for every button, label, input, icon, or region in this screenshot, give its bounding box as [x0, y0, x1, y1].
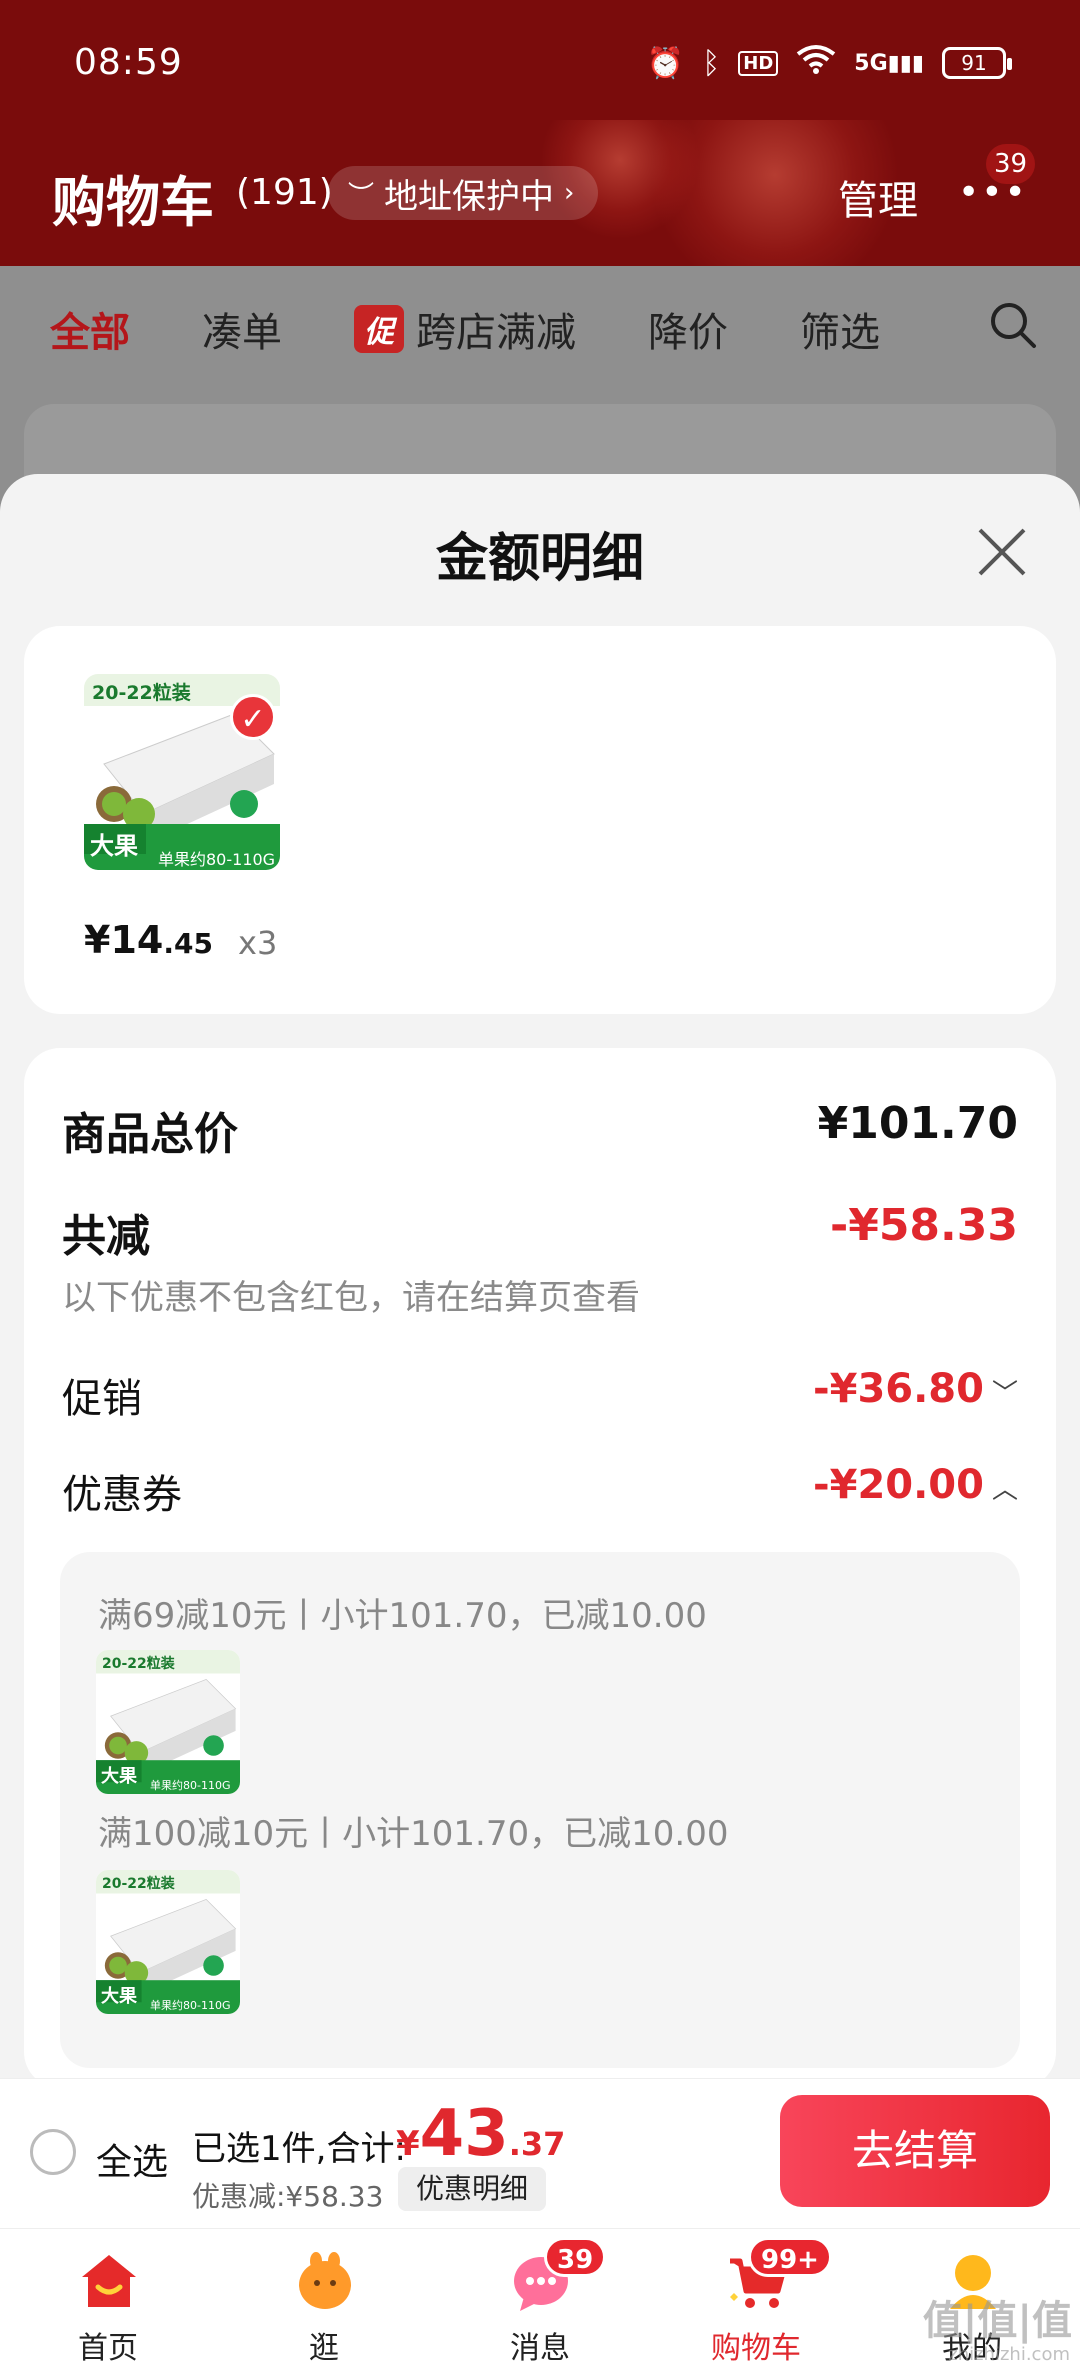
watermark: 值|值|值	[922, 2298, 1072, 2344]
tab-browse[interactable]: 逛	[216, 2229, 432, 2376]
tab-cart-label: 购物车	[711, 2331, 801, 2366]
tab-home[interactable]: 首页	[0, 2229, 216, 2376]
watermark-url: zhizhizhi.com	[948, 2344, 1070, 2365]
tab-messages[interactable]: 39 消息	[432, 2229, 648, 2376]
total-label: 商品总价	[62, 1109, 238, 1160]
page-title: 购物车	[52, 171, 214, 234]
filter-cross-store-label: 跨店满减	[416, 310, 576, 356]
coupon-value: -¥20.00	[813, 1462, 984, 1508]
promo-tag-icon: 促	[354, 305, 404, 353]
chevron-right-icon: ›	[564, 178, 575, 208]
price-detail-card: 商品总价 ¥101.70 共减 -¥58.33 以下优惠不包含红包，请在结算页查…	[24, 1048, 1056, 2088]
product-thumbnail[interactable]: 20-22粒装 大果 单果约80-110G ✓	[84, 674, 280, 870]
tab-messages-label: 消息	[510, 2331, 570, 2366]
tab-bar: 首页 逛 39 消息 99+ 购物车 我的	[0, 2228, 1080, 2376]
thumb-badge-text: 大果	[90, 832, 138, 860]
selected-info: 已选1件,合计:	[192, 2129, 406, 2169]
hd-icon: HD	[738, 50, 779, 76]
promo-value: -¥36.80	[813, 1366, 984, 1412]
promo-value-wrap: -¥36.80 ﹀	[813, 1366, 1018, 1412]
product-price-int: ¥14	[84, 918, 164, 962]
closed-eye-icon: ︶	[348, 180, 375, 211]
status-time: 08:59	[74, 42, 183, 83]
battery-level: 91	[961, 51, 987, 75]
product-price: ¥14.45	[84, 918, 213, 962]
coupon-label: 优惠券	[62, 1472, 182, 1518]
checkout-bar: 全选 已选1件,合计: ¥43.37 优惠减:¥58.33 优惠明细 去结算	[0, 2078, 1080, 2228]
filter-screen[interactable]: 筛选	[800, 300, 880, 358]
discount-text: 优惠减:¥58.33	[192, 2180, 384, 2213]
cart-count: (191)	[236, 172, 333, 213]
manage-button[interactable]: 管理	[838, 168, 918, 226]
reduce-value: -¥58.33	[829, 1200, 1018, 1251]
total-value: ¥101.70	[817, 1098, 1018, 1149]
filter-cross-store[interactable]: 促 跨店满减	[354, 300, 576, 358]
status-bar: 08:59 ⏰ ᛒ HD 5G▮▮▮ 91	[0, 0, 1080, 120]
cart-badge: 99+	[748, 2237, 832, 2277]
network-type: 5G	[854, 50, 888, 76]
select-all-radio[interactable]	[30, 2129, 76, 2175]
checkmark-icon: ✓	[230, 694, 276, 740]
amount-detail-sheet: 金额明细 20-22粒装 大果 单果约80-110G ✓ ¥14.45 x3 商…	[0, 474, 1080, 2088]
alarm-icon: ⏰	[646, 45, 685, 81]
chevron-up-icon: ︿	[991, 1475, 1018, 1505]
tab-home-label: 首页	[78, 2331, 138, 2366]
total-yen: ¥	[396, 2124, 420, 2164]
signal-icon: 5G▮▮▮	[854, 50, 924, 76]
bluetooth-icon: ᛒ	[702, 45, 721, 81]
filter-bar: 全部 凑单 促 跨店满减 降价 筛选	[0, 266, 1080, 392]
coupon-line: 满69减10元丨小计101.70，已减10.00	[98, 1596, 707, 1636]
address-protect-pill[interactable]: ︶ 地址保护中 ›	[328, 166, 599, 220]
sheet-title: 金额明细	[435, 529, 644, 589]
battery-icon: 91	[942, 47, 1012, 79]
thumb-badge-text: 大果	[101, 1766, 137, 1787]
home-icon	[82, 2255, 136, 2307]
close-icon[interactable]	[974, 524, 1030, 580]
coupon-product-thumbnail[interactable]: 20-22粒装 大果 单果约80-110G	[96, 1650, 240, 1794]
cart-header: 购物车 (191) ︶ 地址保护中 › 管理 ••• 39	[0, 120, 1080, 266]
reduce-label: 共减	[62, 1211, 150, 1262]
total-dec: .37	[508, 2125, 566, 2163]
coupon-line: 满100减10元丨小计101.70，已减10.00	[98, 1814, 729, 1854]
more-badge: 39	[986, 144, 1036, 184]
filter-all[interactable]: 全部	[50, 300, 130, 358]
tab-cart[interactable]: 99+ 购物车	[648, 2229, 864, 2376]
thumb-weight-text: 单果约80-110G	[158, 850, 276, 869]
coupon-detail-box: 满69减10元丨小计101.70，已减10.00 20-22粒装 大果 单果约8…	[60, 1552, 1020, 2068]
tab-browse-label: 逛	[309, 2331, 339, 2366]
thumb-top-text: 20-22粒装	[102, 1876, 175, 1892]
search-icon[interactable]	[988, 300, 1038, 350]
coupon-product-thumbnail[interactable]: 20-22粒装 大果 单果约80-110G	[96, 1870, 240, 2014]
address-protect-label: 地址保护中	[384, 176, 555, 217]
coupon-value-wrap: -¥20.00 ︿	[813, 1462, 1018, 1508]
product-quantity: x3	[238, 924, 278, 962]
total-price: ¥43.37	[396, 2097, 565, 2171]
checkout-button[interactable]: 去结算	[780, 2095, 1050, 2207]
thumb-weight-text: 单果约80-110G	[150, 1779, 231, 1792]
thumb-badge-text: 大果	[101, 1986, 137, 2007]
total-int: 43	[419, 2097, 509, 2171]
select-all-label[interactable]: 全选	[96, 2133, 168, 2185]
thumb-weight-text: 单果约80-110G	[150, 1999, 231, 2012]
product-price-dec: .45	[163, 927, 213, 960]
messages-badge: 39	[544, 2237, 607, 2277]
product-card: 20-22粒装 大果 单果约80-110G ✓ ¥14.45 x3	[24, 626, 1056, 1014]
filter-combine[interactable]: 凑单	[202, 300, 282, 358]
promo-label: 促销	[62, 1376, 142, 1422]
browse-mascot-icon	[299, 2252, 351, 2309]
wifi-icon	[796, 44, 836, 82]
discount-detail-button[interactable]: 优惠明细	[398, 2167, 547, 2211]
thumb-top-text: 20-22粒装	[92, 682, 191, 704]
chevron-down-icon: ﹀	[991, 1379, 1018, 1409]
status-icons: ⏰ ᛒ HD 5G▮▮▮ 91	[646, 44, 1012, 82]
reduce-hint: 以下优惠不包含红包，请在结算页查看	[62, 1278, 640, 1318]
filter-price-drop[interactable]: 降价	[648, 300, 728, 358]
thumb-top-text: 20-22粒装	[102, 1656, 175, 1672]
